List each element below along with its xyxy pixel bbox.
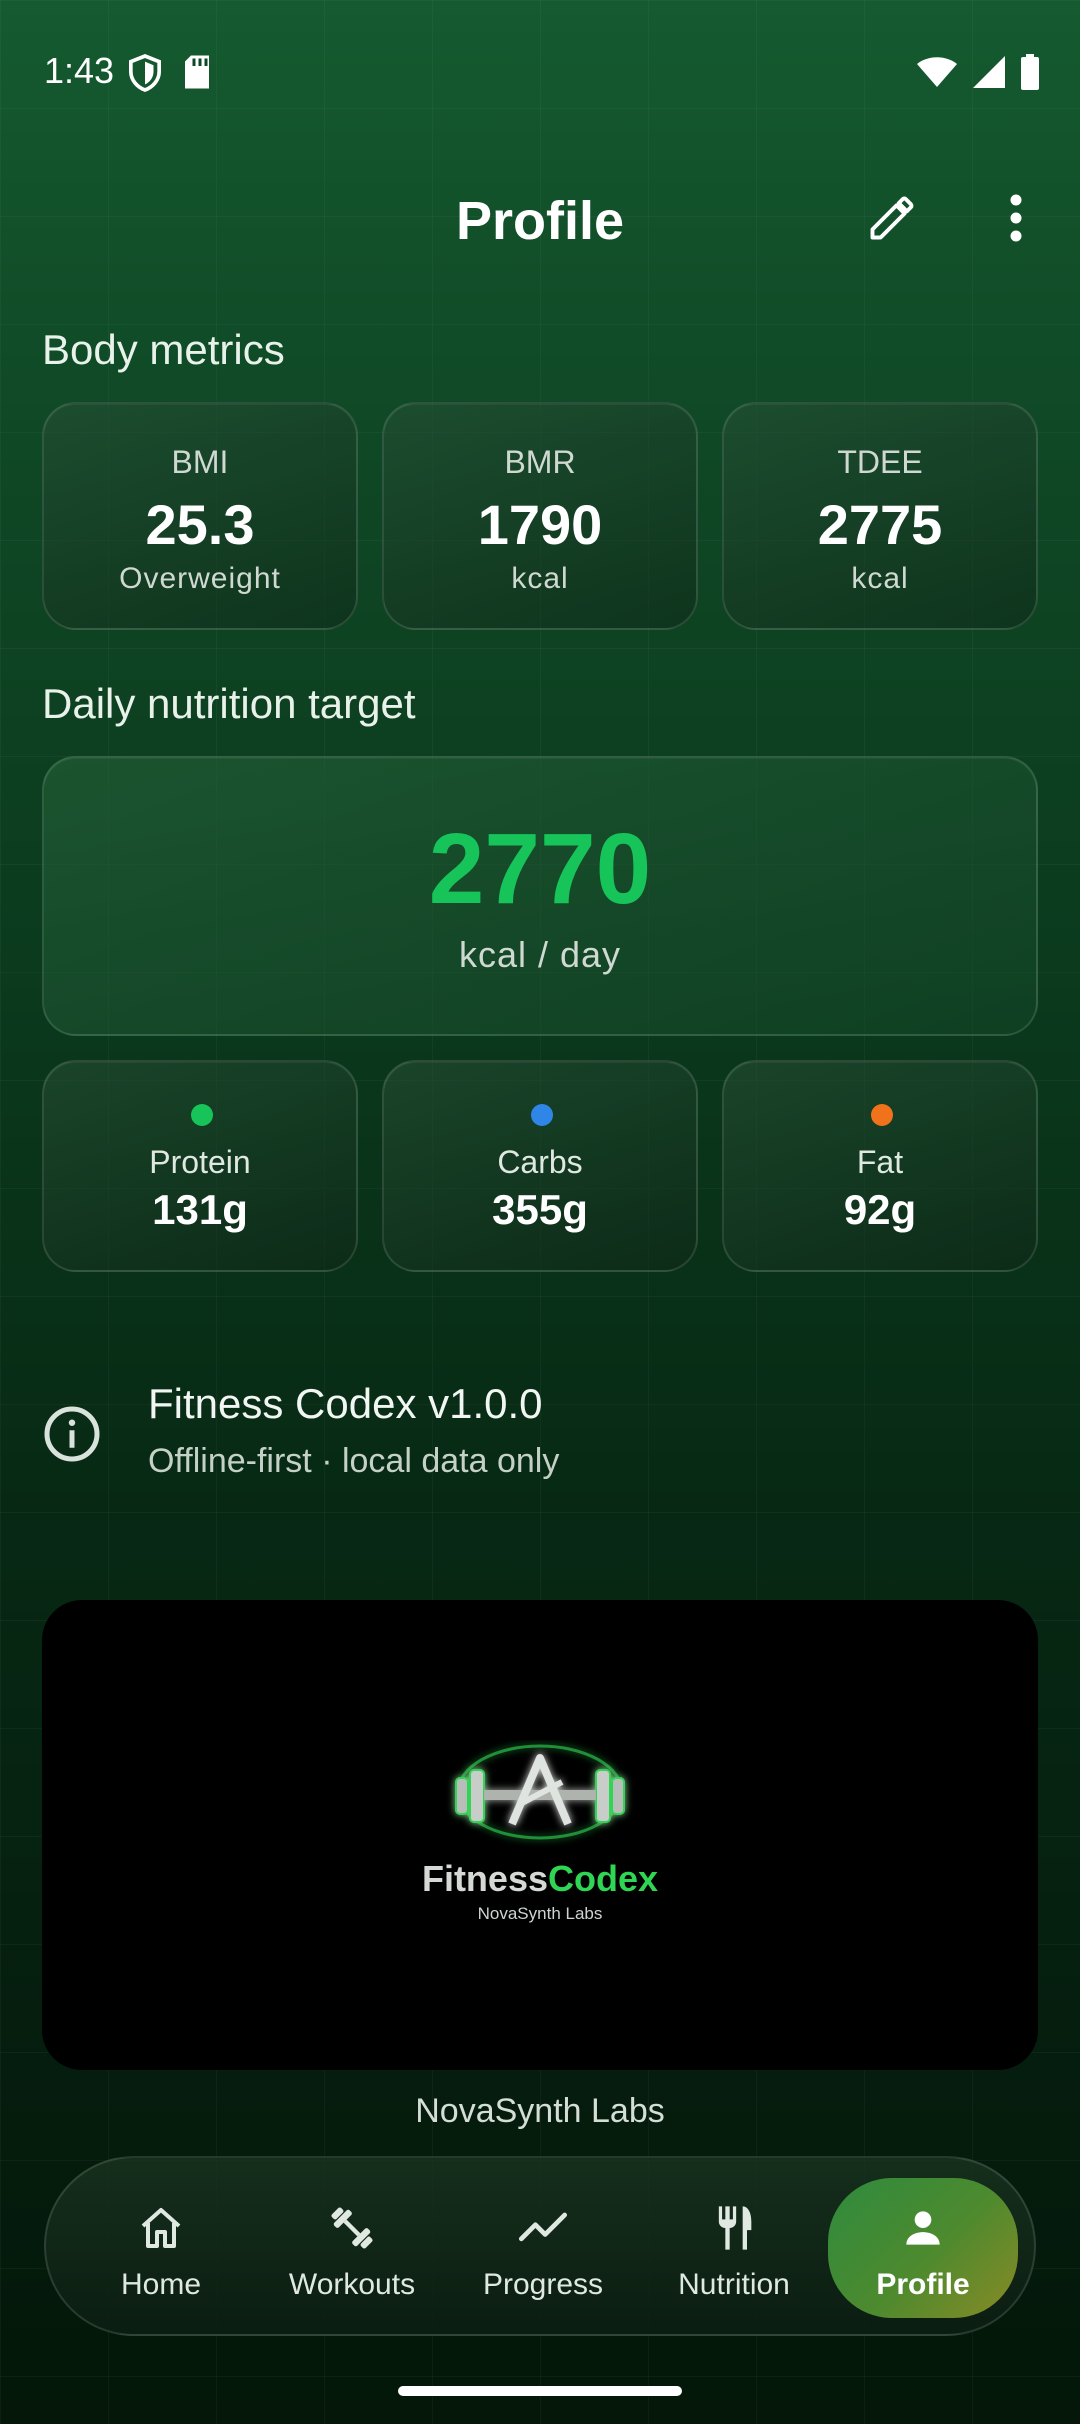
bottom-nav: Home Workouts Progress Nutrition Profile [44,2156,1036,2336]
logo-card: FitnessCodex NovaSynth Labs [42,1600,1038,2070]
dumbbell-icon [257,2198,447,2258]
protein-dot-icon [191,1104,213,1126]
nav-home[interactable]: Home [66,2178,256,2318]
macro-value: 131g [152,1186,248,1233]
dumbbell-logo-icon [455,1744,625,1840]
macro-value: 92g [843,1186,917,1233]
calorie-target-unit: kcal / day [458,934,622,975]
logo-word-fitness: Fitness [421,1858,548,1899]
app-info-row[interactable]: Fitness Codex v1.0.0 Offline-first · loc… [42,1370,1038,1490]
nav-label: Home [120,2268,202,2301]
more-options-button[interactable] [990,188,1042,252]
status-right-icons [916,54,1040,95]
metric-unit: Overweight [119,562,281,595]
calorie-target-value: 2770 [428,813,652,925]
nutrition-title: Daily nutrition target [42,680,416,727]
nav-label: Profile [876,2268,970,2301]
metric-unit: kcal [851,562,909,595]
tdee-card: TDEE 2775 kcal [722,402,1038,630]
app-version-title: Fitness Codex v1.0.0 [148,1380,543,1427]
utensils-icon [639,2198,829,2258]
nav-label: Progress [482,2268,604,2301]
home-indicator[interactable] [398,2386,682,2396]
calorie-target-card: 2770 kcal / day [42,756,1038,1036]
edit-icon [866,192,918,249]
company-caption: NovaSynth Labs [415,2092,665,2130]
metric-label: BMR [504,444,576,480]
nav-label: Nutrition [678,2268,790,2301]
trend-icon [448,2198,638,2258]
fitness-codex-logo: FitnessCodex NovaSynth Labs [412,1740,668,1940]
nav-nutrition[interactable]: Nutrition [639,2178,829,2318]
bmr-card: BMR 1790 kcal [382,402,698,630]
nav-workouts[interactable]: Workouts [257,2178,447,2318]
fat-card: Fat 92g [722,1060,1038,1272]
logo-subtext: NovaSynth Labs [477,1904,603,1923]
sd-card-icon [182,54,212,97]
nav-profile[interactable]: Profile [828,2178,1018,2318]
carbs-dot-icon [531,1104,553,1126]
wifi-icon [916,56,958,93]
app-info-subtitle: Offline-first · local data only [148,1442,560,1480]
signal-icon [972,55,1006,94]
metric-value: 2775 [817,493,943,556]
macro-value: 355g [492,1186,588,1233]
app-bar: Profile [0,170,1080,270]
status-left-icons [128,54,212,97]
macro-label: Fat [856,1144,904,1180]
metric-value: 1790 [477,493,603,556]
metric-unit: kcal [511,562,569,595]
macro-label: Carbs [497,1144,583,1180]
info-icon [42,1404,102,1464]
logo-wordmark: FitnessCodex [412,1858,668,1900]
carbs-card: Carbs 355g [382,1060,698,1272]
protein-card: Protein 131g [42,1060,358,1272]
more-vert-icon [1009,194,1023,247]
metric-label: BMI [171,444,229,480]
battery-icon [1020,54,1040,95]
fat-dot-icon [871,1104,893,1126]
nav-label: Workouts [288,2268,416,2301]
nav-progress[interactable]: Progress [448,2178,638,2318]
edit-button[interactable] [860,188,924,252]
home-icon [66,2198,256,2258]
shield-icon [128,54,162,97]
body-metrics-title: Body metrics [42,326,285,373]
status-time: 1:43 [44,50,115,91]
bmi-card: BMI 25.3 Overweight [42,402,358,630]
macro-label: Protein [149,1144,251,1180]
person-icon [828,2198,1018,2258]
logo-word-codex: Codex [548,1858,659,1899]
metric-value: 25.3 [145,493,255,556]
metric-label: TDEE [837,444,923,480]
status-bar: 1:43 [0,0,1080,140]
